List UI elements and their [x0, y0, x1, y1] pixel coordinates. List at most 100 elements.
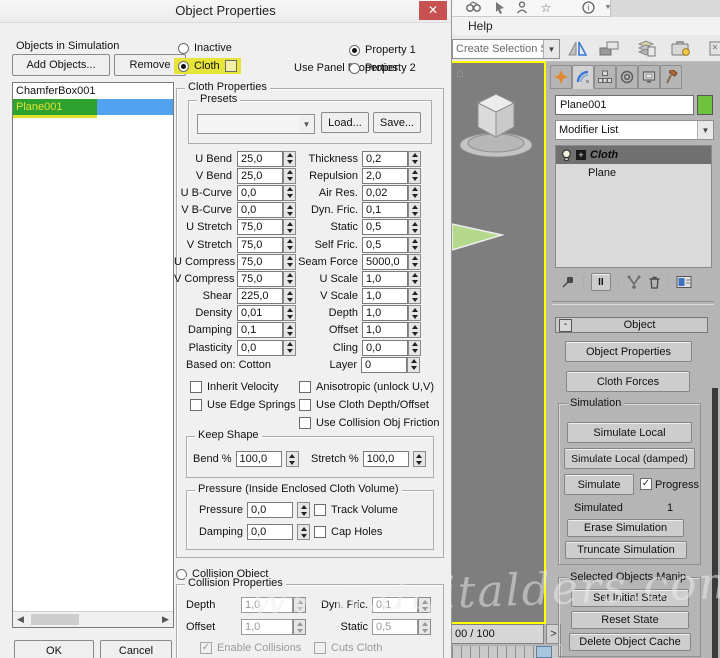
pressure-field[interactable]: 0,0	[247, 502, 293, 518]
spinner[interactable]	[297, 524, 310, 540]
tab-display[interactable]	[638, 65, 660, 89]
param-field[interactable]: 75,0	[237, 271, 283, 287]
enable-collisions-checkbox[interactable]: ✓ Enable Collisions	[200, 642, 301, 654]
spinner[interactable]	[293, 597, 306, 613]
use-collision-obj-friction-checkbox[interactable]: Use Collision Obj Friction	[299, 417, 439, 429]
param-field[interactable]: 0,0	[237, 202, 283, 218]
spinner[interactable]	[283, 219, 296, 235]
spinner[interactable]	[408, 288, 421, 304]
checkbox-icon[interactable]: ✓	[200, 642, 212, 654]
spin-up-icon[interactable]	[284, 306, 295, 313]
param-field[interactable]: 1,0	[362, 271, 408, 287]
spinner[interactable]	[283, 168, 296, 184]
tab-modify[interactable]	[572, 65, 594, 89]
param-field[interactable]: 5000,0	[362, 254, 408, 270]
spin-down-icon[interactable]	[294, 605, 305, 612]
spin-down-icon[interactable]	[284, 313, 295, 320]
tab-create[interactable]	[550, 65, 572, 89]
param-field[interactable]: 1,0	[241, 619, 293, 635]
param-field[interactable]: 0,1	[237, 322, 283, 338]
spin-down-icon[interactable]	[409, 245, 420, 252]
align-icon[interactable]	[596, 38, 622, 58]
stretch-percent-field[interactable]: 100,0	[363, 451, 409, 467]
ok-button[interactable]: OK	[14, 640, 94, 658]
progress-checkbox[interactable]: ✓	[640, 478, 652, 490]
param-field[interactable]: 0,5	[372, 619, 418, 635]
delete-object-cache-button[interactable]: Delete Object Cache	[569, 633, 691, 651]
spin-up-icon[interactable]	[284, 341, 295, 348]
inactive-radio[interactable]: Inactive	[178, 42, 232, 54]
param-field[interactable]: 1,0	[362, 322, 408, 338]
communication-person-icon[interactable]	[516, 1, 532, 15]
spin-down-icon[interactable]	[284, 296, 295, 303]
anisotropic-checkbox[interactable]: Anisotropic (unlock U,V)	[299, 381, 434, 393]
chamferbox-object[interactable]	[456, 85, 536, 169]
modifier-expand-icon[interactable]: +	[576, 150, 586, 160]
param-field[interactable]: 225,0	[237, 288, 283, 304]
reset-state-button[interactable]: Reset State	[571, 611, 689, 629]
simulate-local-button[interactable]: Simulate Local	[567, 422, 692, 443]
save-button[interactable]: Save...	[373, 112, 421, 133]
viewport[interactable]: ⌂	[452, 61, 546, 624]
checkbox-icon[interactable]	[190, 399, 202, 411]
cloth-forces-button[interactable]: Cloth Forces	[566, 371, 690, 392]
spin-up-icon[interactable]	[419, 620, 430, 627]
param-field[interactable]: 0,5	[362, 237, 408, 253]
spin-up-icon[interactable]	[409, 255, 420, 262]
param-field[interactable]: 0,02	[362, 185, 408, 201]
cloth-radio[interactable]: Cloth	[174, 58, 241, 74]
checkbox-icon[interactable]	[314, 642, 326, 654]
cap-holes-checkbox[interactable]: Cap Holes	[314, 526, 382, 538]
pin-stack-icon[interactable]	[560, 274, 576, 290]
checkbox-icon[interactable]	[314, 504, 326, 516]
list-horizontal-scrollbar[interactable]: ◀ ▶	[13, 611, 173, 627]
spinner[interactable]	[283, 237, 296, 253]
spinner[interactable]	[408, 219, 421, 235]
spinner[interactable]	[408, 271, 421, 287]
spin-down-icon[interactable]	[284, 193, 295, 200]
spinner[interactable]	[408, 305, 421, 321]
spin-up-icon[interactable]	[284, 238, 295, 245]
spin-down-icon[interactable]	[409, 330, 420, 337]
spinner[interactable]	[283, 288, 296, 304]
tab-hierarchy[interactable]	[594, 65, 616, 89]
damping-field[interactable]: 0,0	[247, 524, 293, 540]
spin-down-icon[interactable]	[284, 245, 295, 252]
rollout-collapse-icon[interactable]: -	[559, 319, 572, 332]
spin-down-icon[interactable]	[409, 296, 420, 303]
load-button[interactable]: Load...	[321, 112, 369, 133]
object-color-swatch[interactable]	[697, 95, 713, 115]
spinner[interactable]	[283, 271, 296, 287]
spin-down-icon[interactable]	[284, 330, 295, 337]
spin-down-icon[interactable]	[409, 227, 420, 234]
spin-up-icon[interactable]	[294, 598, 305, 605]
clipped-toolbar-icon[interactable]	[704, 38, 720, 58]
param-field[interactable]: 25,0	[237, 151, 283, 167]
objects-list[interactable]: ChamferBox001 Plane001 ◀ ▶	[12, 82, 174, 628]
param-field[interactable]: 0,0	[237, 340, 283, 356]
tab-utilities[interactable]	[660, 65, 682, 89]
checkbox-icon[interactable]	[299, 381, 311, 393]
chevron-down-icon[interactable]: ▼	[543, 40, 559, 58]
spinner[interactable]	[283, 322, 296, 338]
spin-down-icon[interactable]	[284, 210, 295, 217]
param-field[interactable]: 2,0	[362, 168, 408, 184]
remove-modifier-trash-icon[interactable]	[648, 275, 661, 290]
spinner[interactable]	[413, 451, 426, 467]
tab-motion[interactable]	[616, 65, 638, 89]
set-initial-state-button[interactable]: Set Initial State	[571, 589, 689, 607]
radio-icon[interactable]	[349, 45, 360, 56]
spinner[interactable]	[283, 254, 296, 270]
spinner[interactable]	[408, 168, 421, 184]
spin-up-icon[interactable]	[284, 323, 295, 330]
param-field[interactable]: 0,0	[237, 185, 283, 201]
param-field[interactable]: 0,01	[237, 305, 283, 321]
spin-down-icon[interactable]	[409, 176, 420, 183]
spinner[interactable]	[407, 357, 420, 373]
make-unique-icon[interactable]	[626, 275, 642, 289]
list-item[interactable]: ChamferBox001	[13, 83, 173, 99]
spin-up-icon[interactable]	[284, 289, 295, 296]
spinner[interactable]	[408, 322, 421, 338]
spinner[interactable]	[408, 237, 421, 253]
cursor-icon[interactable]	[494, 1, 510, 15]
